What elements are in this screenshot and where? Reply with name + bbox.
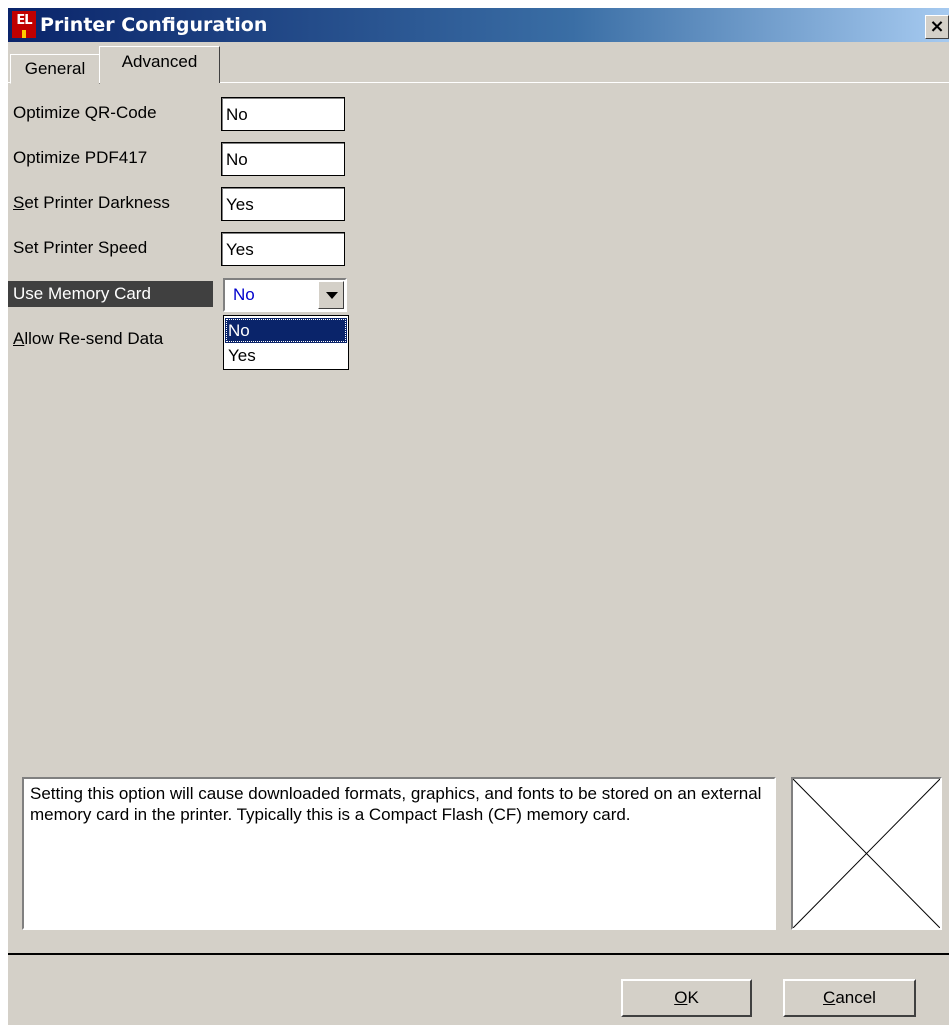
empty-image-icon bbox=[793, 779, 940, 928]
app-icon-text: EL bbox=[16, 13, 32, 28]
title-bar[interactable]: EL Printer Configuration × bbox=[8, 8, 949, 42]
set-printer-darkness-field[interactable]: Yes bbox=[221, 187, 345, 221]
app-logo-icon: EL bbox=[12, 11, 36, 38]
set-printer-darkness-label: Set Printer Darkness bbox=[8, 190, 170, 216]
close-icon[interactable]: × bbox=[925, 15, 949, 39]
optimize-qr-code-label: Optimize QR-Code bbox=[13, 103, 157, 122]
darkness-mnemonic: S bbox=[13, 193, 25, 212]
option-description: Setting this option will cause downloade… bbox=[22, 777, 776, 930]
optimize-qr-code-field[interactable]: No bbox=[221, 97, 345, 131]
cancel-button[interactable]: Cancel bbox=[783, 979, 916, 1017]
cancel-mnemonic: C bbox=[823, 988, 836, 1007]
use-memory-card-label: Use Memory Card bbox=[8, 281, 213, 307]
combo-selected-value: No bbox=[233, 285, 255, 304]
resend-label-rest: llow Re-send Data bbox=[24, 329, 164, 348]
preview-image-placeholder bbox=[791, 777, 942, 930]
chevron-down-icon bbox=[326, 292, 338, 299]
tab-advanced[interactable]: Advanced bbox=[99, 46, 220, 83]
window-title: Printer Configuration bbox=[40, 14, 268, 36]
dropdown-arrow-button[interactable] bbox=[318, 281, 344, 309]
allow-resend-data-label: Allow Re-send Data bbox=[8, 326, 163, 352]
use-memory-card-combobox[interactable]: No bbox=[223, 278, 347, 312]
tab-general[interactable]: General bbox=[10, 54, 100, 84]
printer-configuration-dialog: EL Printer Configuration × General Advan… bbox=[8, 8, 949, 1025]
dropdown-option-yes[interactable]: Yes bbox=[225, 343, 347, 368]
memory-card-dropdown-list: No Yes bbox=[223, 315, 349, 370]
ok-label-rest: K bbox=[687, 988, 699, 1007]
set-printer-speed-field[interactable]: Yes bbox=[221, 232, 345, 266]
optimize-pdf417-label: Optimize PDF417 bbox=[13, 148, 148, 167]
darkness-label-rest: et Printer Darkness bbox=[24, 193, 170, 212]
set-printer-speed-label: Set Printer Speed bbox=[13, 238, 148, 257]
footer-divider bbox=[8, 953, 949, 955]
dropdown-option-no[interactable]: No bbox=[225, 318, 347, 343]
ok-button[interactable]: OK bbox=[621, 979, 752, 1017]
cancel-label-rest: ancel bbox=[835, 988, 876, 1007]
optimize-pdf417-field[interactable]: No bbox=[221, 142, 345, 176]
resend-mnemonic: A bbox=[13, 329, 25, 348]
ok-mnemonic: O bbox=[674, 988, 688, 1007]
